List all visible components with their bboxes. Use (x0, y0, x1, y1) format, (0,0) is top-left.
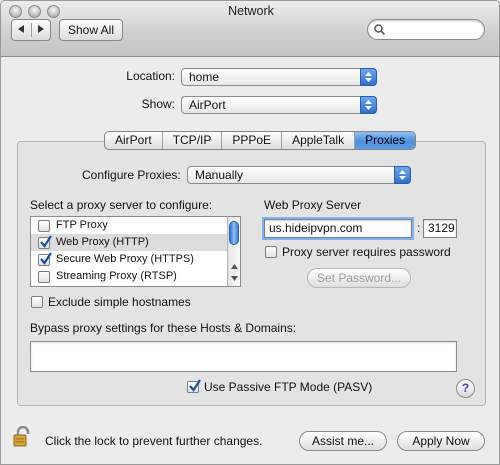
location-label: Location: (126, 69, 175, 83)
list-item-secure-web-proxy[interactable]: Secure Web Proxy (HTTPS) (31, 251, 228, 268)
show-label: Show: (141, 97, 175, 111)
configure-proxies-value: Manually (195, 168, 244, 182)
list-item-label: FTP Proxy (56, 219, 108, 231)
apply-now-button[interactable]: Apply Now (397, 431, 485, 451)
network-window: Network Show All Location: home Show: Ai… (0, 0, 500, 465)
checkmark-icon (40, 252, 52, 265)
proxy-server-list[interactable]: FTP Proxy Web Proxy (HTTP) Secure Web Pr… (30, 216, 241, 287)
proxy-port-field[interactable]: 3129 (423, 219, 457, 238)
web-proxy-server-label: Web Proxy Server (264, 198, 362, 212)
location-popup[interactable]: home (181, 68, 377, 86)
list-item-web-proxy[interactable]: Web Proxy (HTTP) (31, 234, 228, 251)
tab-proxies[interactable]: Proxies (355, 132, 416, 149)
streaming-proxy-checkbox[interactable] (38, 271, 50, 283)
set-password-button[interactable]: Set Password... (307, 268, 411, 288)
popup-arrows-icon (394, 166, 411, 184)
tab-appletalk[interactable]: AppleTalk (282, 132, 356, 149)
secure-web-proxy-checkbox[interactable] (38, 252, 52, 266)
port-separator: : (417, 221, 421, 235)
passive-ftp-label: Use Passive FTP Mode (PASV) (204, 380, 373, 394)
web-proxy-checkbox[interactable] (38, 235, 52, 249)
back-forward-buttons[interactable] (11, 19, 51, 41)
exclude-hostnames-checkbox[interactable] (31, 296, 43, 308)
show-all-button[interactable]: Show All (59, 19, 123, 41)
list-item-label: Web Proxy (HTTP) (56, 236, 149, 248)
list-item-label: Streaming Proxy (RTSP) (56, 270, 177, 282)
search-icon (374, 24, 385, 35)
titlebar: Network Show All (1, 1, 499, 57)
tab-airport[interactable]: AirPort (105, 132, 163, 149)
forward-icon[interactable] (32, 23, 51, 37)
lock-message: Click the lock to prevent further change… (45, 434, 263, 448)
exclude-hostnames-label: Exclude simple hostnames (48, 295, 191, 309)
popup-arrows-icon (360, 68, 377, 86)
password-required-checkbox[interactable] (265, 246, 277, 258)
show-value: AirPort (189, 98, 226, 112)
checkmark-icon (40, 235, 52, 248)
tab-bar: AirPort TCP/IP PPPoE AppleTalk Proxies (104, 131, 417, 150)
list-item-streaming-proxy[interactable]: Streaming Proxy (RTSP) (31, 268, 228, 285)
scroll-thumb[interactable] (229, 221, 239, 245)
search-field[interactable] (367, 19, 485, 40)
bypass-label: Bypass proxy settings for these Hosts & … (30, 321, 297, 335)
password-required-label: Proxy server requires password (282, 245, 451, 259)
scroll-down-icon[interactable] (229, 273, 240, 284)
select-proxy-label: Select a proxy server to configure: (30, 198, 213, 212)
scroll-up-icon[interactable] (229, 261, 240, 272)
tab-tcpip[interactable]: TCP/IP (163, 132, 223, 149)
bypass-hosts-field[interactable] (30, 341, 457, 372)
help-button[interactable]: ? (456, 379, 475, 398)
popup-arrows-icon (360, 96, 377, 114)
window-title: Network (228, 4, 274, 18)
list-item-label: Secure Web Proxy (HTTPS) (56, 253, 194, 265)
proxy-host-field[interactable]: us.hideipvpn.com (264, 219, 412, 238)
ftp-proxy-checkbox[interactable] (38, 220, 50, 232)
show-popup[interactable]: AirPort (181, 96, 377, 114)
configure-proxies-popup[interactable]: Manually (187, 166, 411, 184)
lock-icon[interactable] (13, 425, 37, 451)
passive-ftp-checkbox[interactable] (187, 379, 201, 393)
search-input[interactable] (388, 22, 478, 37)
assist-me-button[interactable]: Assist me... (299, 431, 387, 451)
location-value: home (189, 70, 220, 84)
back-icon[interactable] (12, 23, 32, 37)
configure-proxies-label: Configure Proxies: (82, 168, 181, 182)
list-item-ftp-proxy[interactable]: FTP Proxy (31, 217, 228, 234)
list-scrollbar[interactable] (227, 217, 240, 286)
tab-pppoe[interactable]: PPPoE (222, 132, 283, 149)
checkmark-icon (189, 379, 201, 392)
